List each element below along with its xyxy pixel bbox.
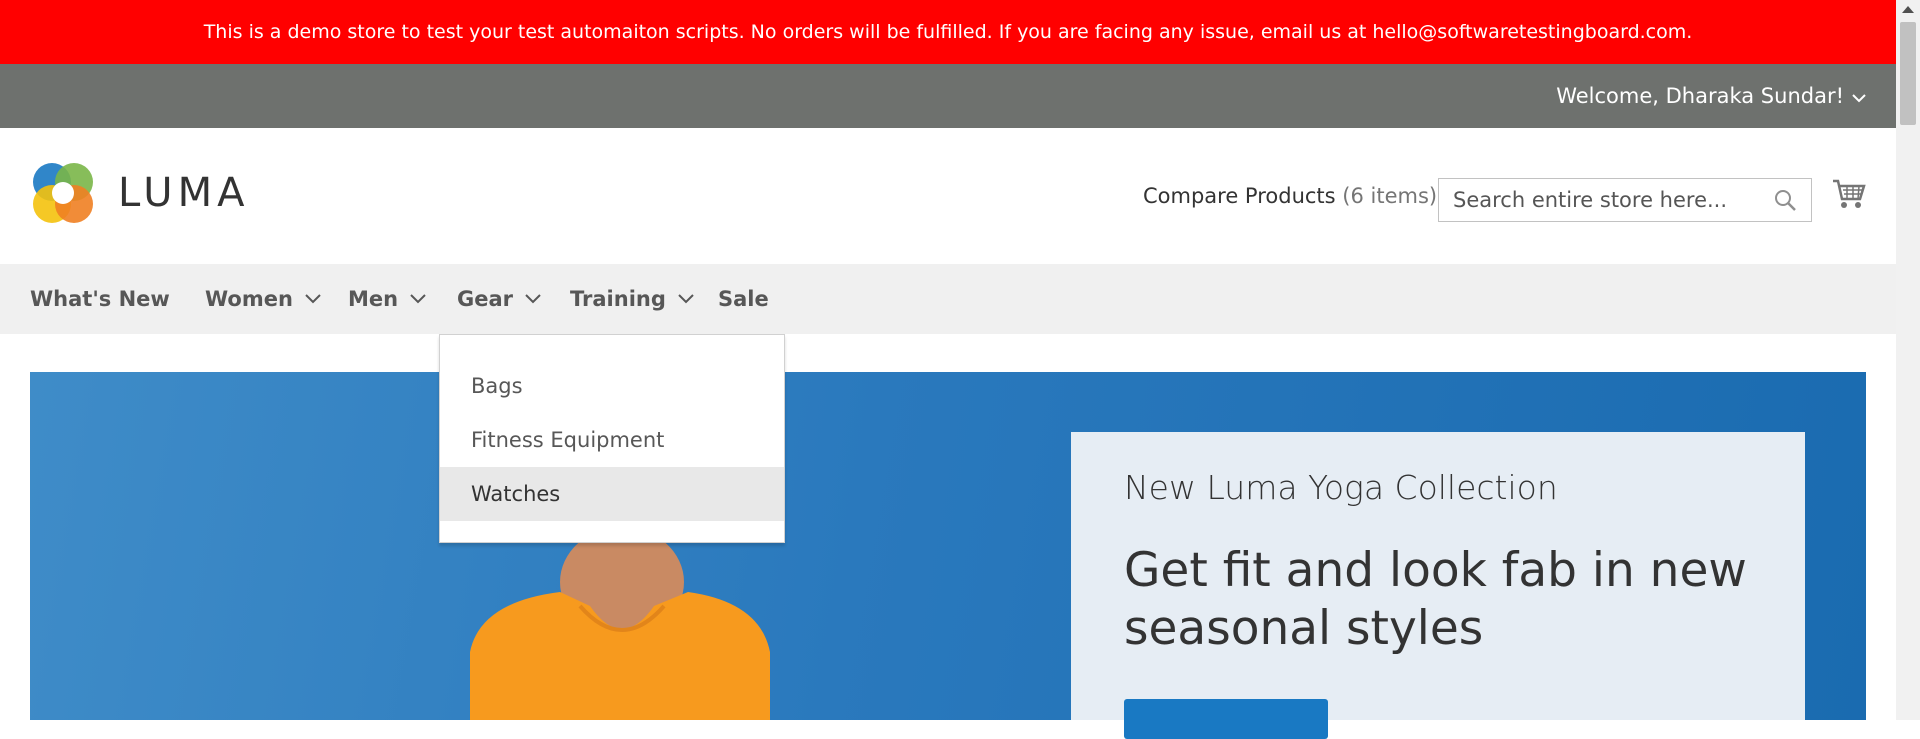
- compare-products-link[interactable]: Compare Products (6 items): [1143, 184, 1437, 208]
- logo-text: LUMA: [118, 170, 250, 216]
- promo-block: New Luma Yoga Collection Get fit and loo…: [1071, 432, 1805, 739]
- shop-collection-button[interactable]: [1124, 699, 1328, 739]
- nav-label: Gear: [457, 287, 514, 311]
- luma-logo-icon: [33, 163, 93, 223]
- compare-label: Compare Products: [1143, 184, 1336, 208]
- panel-header: Welcome, Dharaka Sundar!: [0, 64, 1896, 128]
- customer-menu-toggle[interactable]: Welcome, Dharaka Sundar!: [1556, 64, 1866, 128]
- cart-icon: [1833, 179, 1866, 208]
- welcome-text: Welcome, Dharaka Sundar!: [1556, 84, 1844, 108]
- luma-logo[interactable]: LUMA: [30, 160, 249, 226]
- demo-notice-text: This is a demo store to test your test a…: [203, 21, 1693, 43]
- submenu-label: Bags: [471, 374, 523, 398]
- nav-item-training[interactable]: Training: [570, 264, 694, 334]
- nav-label: Training: [570, 287, 666, 311]
- nav-item-whats-new[interactable]: What's New: [30, 264, 170, 334]
- gear-submenu: Bags Fitness Equipment Watches: [439, 334, 785, 543]
- submenu-item-watches[interactable]: Watches: [440, 467, 784, 521]
- nav-label: Sale: [718, 287, 769, 311]
- nav-item-gear[interactable]: Gear: [457, 264, 541, 334]
- search-icon[interactable]: [1773, 188, 1797, 216]
- scroll-up-arrow-icon[interactable]: [1902, 6, 1914, 13]
- chevron-down-icon: [410, 294, 426, 304]
- search-input[interactable]: [1451, 179, 1755, 221]
- nav-label: Men: [348, 287, 399, 311]
- promo-title: Get fit and look fab in new seasonal sty…: [1124, 543, 1747, 656]
- page-scrollbar[interactable]: [1896, 0, 1920, 720]
- submenu-item-bags[interactable]: Bags: [440, 359, 784, 413]
- submenu-label: Watches: [471, 482, 561, 506]
- submenu-label: Fitness Equipment: [471, 428, 665, 452]
- nav-item-men[interactable]: Men: [348, 264, 426, 334]
- chevron-down-icon: [305, 294, 321, 304]
- chevron-down-icon: [678, 294, 694, 304]
- minicart-button[interactable]: [1832, 178, 1866, 214]
- submenu-item-fitness-equipment[interactable]: Fitness Equipment: [440, 413, 784, 467]
- nav-item-sale[interactable]: Sale: [718, 264, 769, 334]
- scroll-thumb[interactable]: [1900, 22, 1916, 125]
- chevron-down-icon: [525, 294, 541, 304]
- site-header: LUMA Compare Products (6 items): [0, 128, 1896, 264]
- main-navigation: What's New Women Men Gear Training Sale: [0, 264, 1896, 334]
- chevron-down-icon: [1852, 84, 1866, 108]
- nav-item-women[interactable]: Women: [205, 264, 321, 334]
- search-box: [1438, 178, 1812, 222]
- nav-label: Women: [205, 287, 293, 311]
- demo-notice-banner: This is a demo store to test your test a…: [0, 0, 1896, 64]
- yoga-model-image: [470, 542, 770, 720]
- promo-subtitle: New Luma Yoga Collection: [1124, 468, 1558, 507]
- compare-count: (6 items): [1342, 184, 1438, 208]
- nav-label: What's New: [30, 287, 170, 311]
